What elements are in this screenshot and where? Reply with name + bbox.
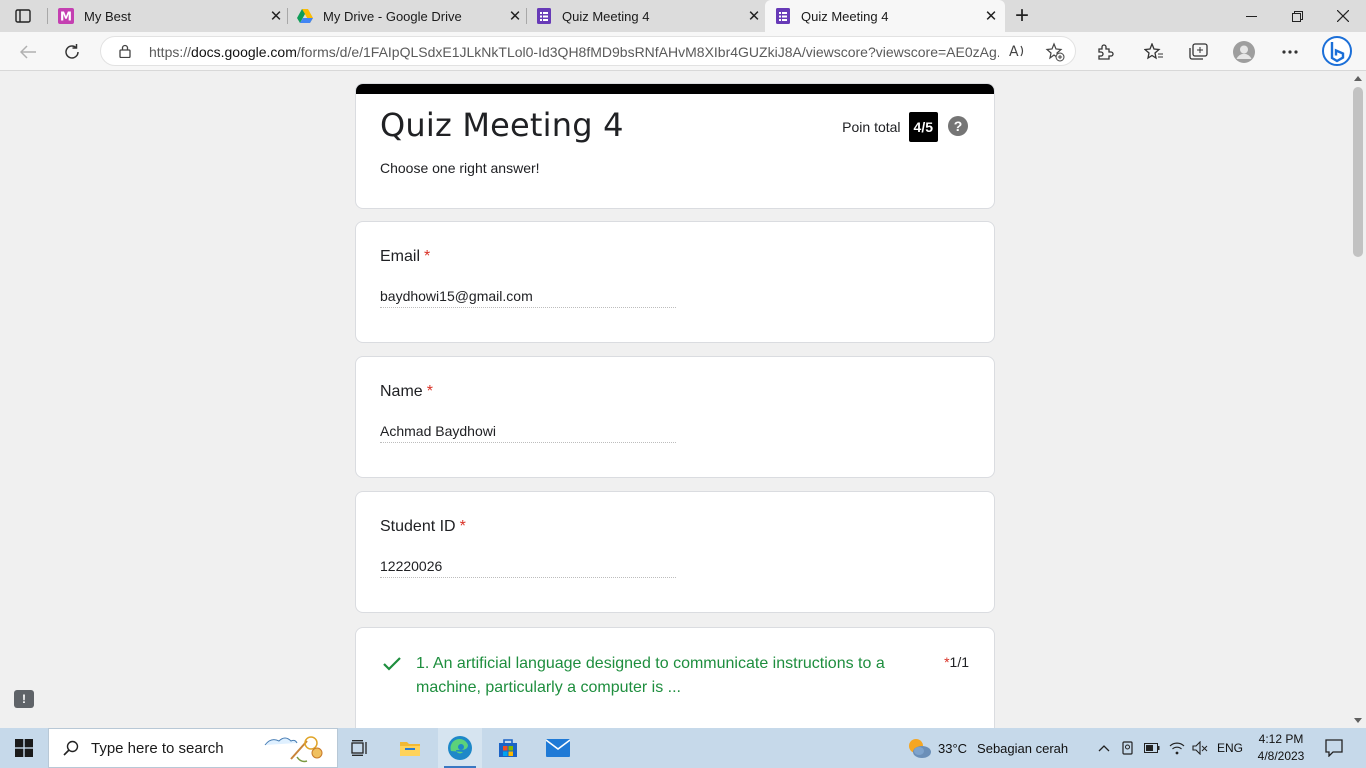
page-scrollbar[interactable] [1350, 71, 1366, 728]
browser-tab-strip: M My Best ✕ My Drive - Google Drive ✕ Qu… [0, 0, 1366, 32]
name-field-card: Name * Achmad Baydhowi [355, 356, 995, 478]
email-field: baydhowi15@gmail.com [380, 288, 676, 308]
name-label: Name * [380, 383, 433, 400]
google-forms-icon [536, 8, 552, 24]
email-field-card: Email * baydhowi15@gmail.com [355, 221, 995, 343]
close-icon[interactable]: ✕ [266, 6, 286, 26]
edge-browser-icon[interactable] [438, 728, 482, 768]
window-close-icon[interactable] [1320, 0, 1366, 32]
points-value: 4/5 [908, 112, 938, 142]
microsoft-store-icon[interactable] [488, 728, 528, 768]
browser-toolbar: https://docs.google.com/forms/d/e/1FAIpQ… [0, 32, 1366, 71]
url-text[interactable]: https://docs.google.com/forms/d/e/1FAIpQ… [149, 44, 999, 60]
student-id-field-card: Student ID * 12220026 [355, 491, 995, 613]
form-accent-bar [356, 84, 994, 94]
new-tab-icon[interactable]: + [1010, 2, 1034, 29]
minimize-icon[interactable] [1228, 0, 1274, 32]
taskbar-clock[interactable]: 4:12 PM 4/8/2023 [1256, 731, 1306, 765]
question-text: 1. An artificial language designed to co… [416, 655, 885, 696]
help-icon[interactable]: ? [948, 116, 968, 136]
form-header-card: Quiz Meeting 4 Poin total 4/5 ? Choose o… [355, 83, 995, 209]
tab-actions-icon[interactable] [12, 6, 34, 26]
tab-google-drive[interactable]: My Drive - Google Drive ✕ [297, 0, 525, 32]
windows-taskbar: Type here to search 33°C Sebagian cerah [0, 728, 1366, 768]
email-label: Email * [380, 248, 431, 265]
back-icon[interactable] [14, 38, 42, 66]
question-score: *1/1 [944, 654, 969, 670]
chevron-up-icon[interactable] [1094, 728, 1114, 768]
weather-temperature: 33°C [938, 740, 968, 756]
mail-icon[interactable] [538, 728, 578, 768]
tab-label: Quiz Meeting 4 [562, 8, 650, 24]
search-icon [63, 740, 79, 756]
required-asterisk: * [459, 518, 466, 535]
task-view-icon[interactable] [340, 728, 380, 768]
tab-label: My Best [84, 8, 131, 24]
restore-icon[interactable] [1274, 0, 1320, 32]
clock-time: 4:12 PM [1258, 732, 1304, 746]
taskbar-search-box[interactable]: Type here to search [48, 728, 338, 768]
tab-quiz-meeting-4[interactable]: Quiz Meeting 4 ✕ [536, 0, 764, 32]
tab-label: Quiz Meeting 4 [801, 8, 889, 24]
tab-label: My Drive - Google Drive [323, 8, 462, 24]
required-asterisk: * [424, 248, 431, 265]
feedback-icon[interactable]: ! [14, 690, 34, 708]
collections-icon[interactable] [1184, 38, 1212, 66]
favorites-icon[interactable] [1140, 38, 1168, 66]
more-options-icon[interactable] [1276, 38, 1304, 66]
form-title: Quiz Meeting 4 [380, 106, 624, 144]
student-id-field: 12220026 [380, 558, 676, 578]
read-aloud-icon[interactable]: A [1009, 42, 1029, 65]
lock-icon[interactable] [119, 44, 131, 63]
google-forms-icon [775, 8, 791, 24]
search-highlight-icon[interactable] [261, 733, 327, 768]
form-description: Choose one right answer! [380, 160, 540, 176]
name-field: Achmad Baydhowi [380, 423, 676, 443]
question-card: 1. An artificial language designed to co… [355, 627, 995, 728]
points-total: Poin total 4/5 [842, 112, 938, 142]
battery-icon[interactable] [1142, 728, 1162, 768]
scrollbar-thumb[interactable] [1353, 87, 1363, 257]
custom-m-icon: M [58, 8, 74, 24]
page-content: Quiz Meeting 4 Poin total 4/5 ? Choose o… [0, 71, 1350, 728]
required-asterisk: * [426, 383, 433, 400]
svg-text:A: A [1009, 44, 1019, 60]
file-explorer-icon[interactable] [390, 728, 430, 768]
close-icon[interactable]: ✕ [744, 6, 764, 26]
windows-start-icon[interactable] [0, 728, 48, 768]
meet-now-icon[interactable] [1118, 728, 1138, 768]
clock-date: 4/8/2023 [1257, 749, 1305, 763]
search-placeholder: Type here to search [91, 739, 224, 757]
close-icon[interactable]: ✕ [981, 6, 1001, 26]
check-icon [382, 656, 402, 677]
svg-text:M: M [60, 10, 72, 24]
close-icon[interactable]: ✕ [505, 6, 525, 26]
scroll-down-icon[interactable] [1354, 718, 1362, 723]
points-label: Poin total [842, 119, 901, 135]
add-favorite-icon[interactable] [1045, 42, 1065, 67]
tab-my-best[interactable]: M My Best ✕ [58, 0, 286, 32]
partly-sunny-icon [906, 736, 932, 760]
tab-quiz-meeting-4-active[interactable]: Quiz Meeting 4 ✕ [765, 0, 1005, 32]
language-indicator[interactable]: ENG [1212, 728, 1248, 768]
google-drive-icon [297, 8, 313, 24]
notifications-icon[interactable] [1318, 728, 1350, 768]
volume-muted-icon[interactable] [1190, 728, 1210, 768]
weather-description: Sebagian cerah [977, 740, 1069, 756]
profile-avatar-icon[interactable] [1230, 38, 1258, 66]
scroll-up-icon[interactable] [1354, 76, 1362, 81]
bing-chat-icon[interactable] [1320, 34, 1354, 68]
student-id-label: Student ID * [380, 518, 466, 535]
wifi-icon[interactable] [1166, 728, 1188, 768]
extensions-icon[interactable] [1091, 38, 1119, 66]
refresh-icon[interactable] [58, 38, 86, 66]
address-bar[interactable]: https://docs.google.com/forms/d/e/1FAIpQ… [100, 36, 1076, 66]
weather-widget[interactable]: 33°C Sebagian cerah [906, 728, 1086, 768]
